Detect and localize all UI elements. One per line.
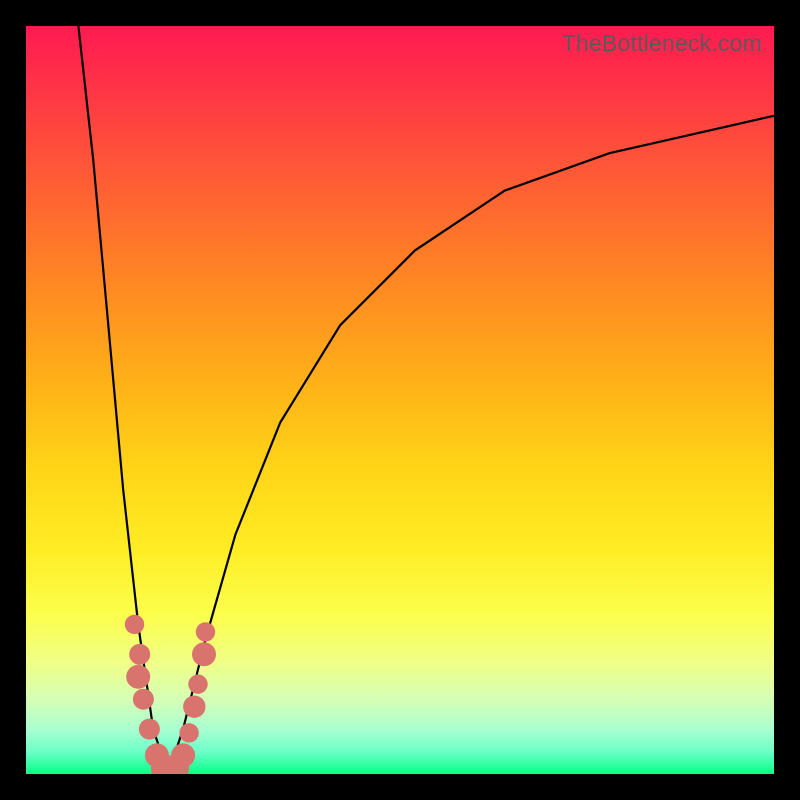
curve-layer bbox=[26, 26, 774, 774]
data-marker bbox=[188, 675, 207, 694]
plot-area: TheBottleneck.com bbox=[26, 26, 774, 774]
marker-group bbox=[125, 615, 216, 774]
data-marker bbox=[133, 689, 154, 710]
curve-left-branch bbox=[78, 26, 168, 774]
data-marker bbox=[139, 719, 160, 740]
chart-frame: TheBottleneck.com bbox=[0, 0, 800, 800]
data-marker bbox=[129, 644, 150, 665]
data-marker bbox=[192, 642, 216, 666]
data-marker bbox=[183, 696, 205, 718]
data-marker bbox=[196, 622, 215, 641]
data-marker bbox=[125, 615, 144, 634]
data-marker bbox=[171, 743, 195, 767]
data-marker bbox=[126, 665, 150, 689]
data-marker bbox=[179, 723, 198, 742]
curve-right-branch bbox=[168, 116, 774, 774]
